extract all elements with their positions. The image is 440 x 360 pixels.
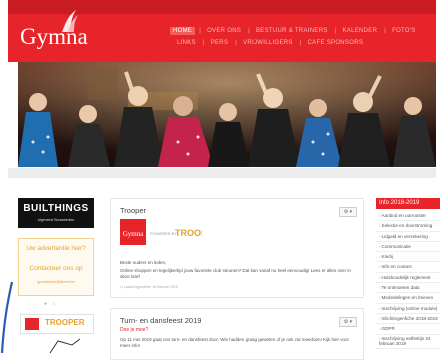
- hero-photo: [18, 62, 436, 167]
- nav-separator: |: [235, 40, 238, 46]
- nav-row-1: HOME | OVER ONS | BESTUUR & TRAINERS | KALENDE…: [170, 27, 423, 35]
- info-menu-item[interactable]: ›Inschrijving (online module): [376, 304, 440, 314]
- hand-drawn-doodle: [49, 338, 81, 354]
- divider-strip: [8, 168, 436, 178]
- nav-row-2: LINKS | PERS | VRIJWILLIGERS | CAFE SPONSORS: [174, 39, 370, 47]
- nav-item-kalender[interactable]: KALENDER: [340, 27, 381, 35]
- info-menu-item[interactable]: ›Inschrijving eetfestijn 24 februari 201…: [376, 335, 440, 349]
- trooper-mini-logo: TROOPER: [45, 318, 85, 327]
- bullet-icon: ›: [379, 315, 381, 321]
- article-subtitle: Doe je mee?: [120, 327, 149, 333]
- info-menu-item[interactable]: ›Mededelingen en brieven: [376, 293, 440, 304]
- article-updated: ◷ Laatst bijgewerkt: 16 februari 2019: [120, 285, 178, 289]
- nav-item-bestuur[interactable]: BESTUUR & TRAINERS: [253, 27, 331, 35]
- site-logo[interactable]: Gymna: [20, 24, 88, 50]
- bullet-icon: ›: [379, 254, 381, 260]
- article-body: Op 11 mei 2019 gaat ons turn- en dansfee…: [120, 337, 350, 348]
- nav-separator: |: [334, 28, 337, 34]
- nav-item-pers[interactable]: PERS: [208, 39, 232, 47]
- nav-separator: |: [248, 28, 250, 34]
- nav-item-links[interactable]: LINKS: [174, 39, 199, 47]
- gymna-mini-logo: [25, 318, 39, 330]
- nav-separator: |: [299, 40, 302, 46]
- info-menu-item[interactable]: ›GDPR: [376, 324, 440, 335]
- info-menu-item[interactable]: ›Aanbod en uurrooster: [376, 211, 440, 222]
- clock-icon: ◷: [120, 285, 124, 289]
- article-dansfeest: Turn- en dansfeest 2019 Doe je mee? ⚙ ▾ …: [110, 308, 364, 360]
- banner-gymna-text: Gymna: [123, 230, 145, 238]
- info-menu-item[interactable]: ›Info en contact: [376, 262, 440, 273]
- info-menu-item[interactable]: ›Te ontmoeten data: [376, 283, 440, 294]
- info-menu: ›Aanbod en uurrooster ›Selectie en doors…: [376, 211, 440, 349]
- article-greeting: Beste ouders en leden,: [120, 260, 167, 265]
- trooper-banner-image[interactable]: Gymna POWERED BY TROOPER: [120, 219, 202, 245]
- bullet-icon: ›: [379, 274, 381, 280]
- carousel-dots[interactable]: ● ○: [44, 301, 57, 307]
- banner-trooper-text: TROOPER: [175, 228, 202, 238]
- sponsor-title: BUILTHINGS: [23, 203, 89, 214]
- info-menu-item[interactable]: ›Inlichtingenfiche 2018-2019: [376, 314, 440, 325]
- article-options-button[interactable]: ⚙ ▾: [339, 317, 357, 327]
- ad-email-link[interactable]: gymnaleden@telenet.be: [19, 280, 93, 284]
- bullet-icon: ›: [379, 213, 381, 218]
- article-body: Online shoppen en tegelijkertijd jouw fa…: [120, 268, 351, 279]
- bullet-icon: ›: [379, 264, 381, 270]
- site-header: Gymna HOME | OVER ONS | BESTUUR & TRAINERS | K…: [8, 0, 436, 62]
- nav-item-home[interactable]: HOME: [170, 27, 196, 35]
- article-options-button[interactable]: ⚙ ▾: [339, 207, 357, 217]
- sponsor-banner-builthings[interactable]: BUILTHINGS Algemene Bouwwerken: [18, 198, 94, 228]
- article-title[interactable]: Trooper: [120, 206, 146, 215]
- article-trooper: Trooper ⚙ ▾ Gymna POWERED BY TROOPER Bes…: [110, 198, 364, 298]
- bullet-icon: ›: [379, 243, 381, 249]
- sponsor-subtitle: Algemene Bouwwerken: [37, 218, 75, 222]
- bullet-icon: ›: [379, 305, 381, 311]
- bullet-icon: ›: [379, 285, 381, 291]
- sponsor-logo-trooper[interactable]: TROOPER: [20, 314, 94, 334]
- bullet-icon: ›: [379, 223, 381, 229]
- info-menu-item[interactable]: ›Huishoudelijk reglement: [376, 273, 440, 284]
- bullet-icon: ›: [379, 326, 381, 332]
- nav-separator: |: [199, 28, 202, 34]
- page: Gymna HOME | OVER ONS | BESTUUR & TRAINERS | K…: [8, 0, 440, 360]
- nav-item-vrijwilligers[interactable]: VRIJWILLIGERS: [240, 39, 296, 47]
- article-updated-text: Laatst bijgewerkt: 16 februari 2019: [124, 285, 178, 289]
- bullet-icon: ›: [379, 335, 381, 341]
- nav-separator: |: [202, 40, 205, 46]
- dancers-photo: [18, 62, 436, 167]
- hand-drawn-line: [0, 281, 14, 354]
- info-menu-item[interactable]: ›Kledij: [376, 252, 440, 263]
- nav-item-over-ons[interactable]: OVER ONS: [204, 27, 244, 35]
- ad-contact: Contacteer ons op: [29, 265, 83, 272]
- advertise-box[interactable]: Uw advertentie hier? Contacteer ons op g…: [18, 238, 94, 296]
- nav-item-sponsors[interactable]: CAFE SPONSORS: [305, 39, 367, 47]
- bullet-icon: ›: [379, 295, 381, 301]
- nav-item-fotos[interactable]: FOTO'S: [389, 27, 419, 35]
- banner-caption: POWERED BY: [150, 231, 177, 236]
- ad-headline: Uw advertentie hier?: [26, 245, 86, 252]
- info-menu-item[interactable]: ›Lidgeld en verzekering: [376, 232, 440, 242]
- nav-separator: |: [384, 28, 387, 34]
- bullet-icon: ›: [379, 233, 381, 239]
- info-menu-item[interactable]: ›Communicatie: [376, 242, 440, 253]
- article-title[interactable]: Turn- en dansfeest 2019: [120, 316, 201, 325]
- info-heading: Info 2018-2019: [376, 198, 440, 209]
- info-menu-item[interactable]: ›Selectie en doorstroming: [376, 221, 440, 232]
